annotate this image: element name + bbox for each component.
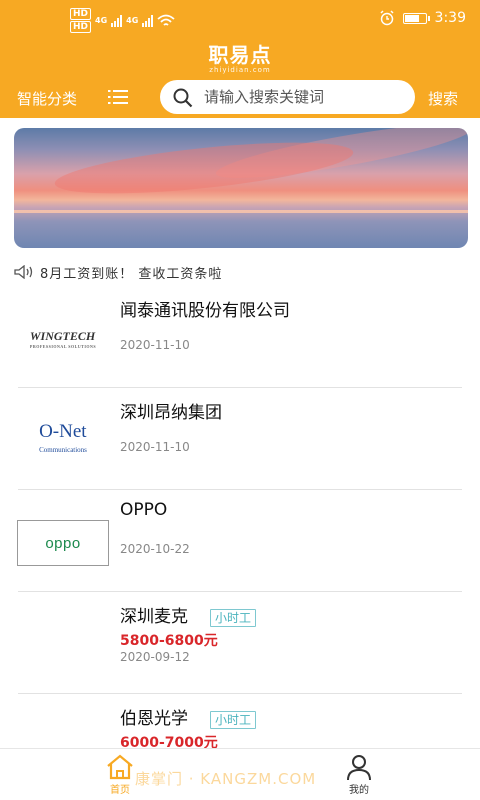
user-icon [347,755,371,781]
tab-profile[interactable]: 我的 [329,753,389,796]
salary-range: 5800-6800元 [120,633,218,649]
company-logo: O-Net Communications [16,418,110,464]
tab-label: 首页 [110,785,130,796]
notice-bar[interactable]: 8月工资到账！ 查收工资条啦 [14,262,222,282]
status-bar: HD HD 4G 4G 3:39 [0,0,480,38]
logo-subtext: zhiyidian.com [209,66,271,74]
logo-wordmark: oppo [45,534,81,552]
category-button[interactable]: 智能分类 [17,88,77,109]
alarm-icon [380,10,394,26]
banner-cloud [52,132,356,204]
search-icon [173,88,193,108]
wifi-icon [157,14,175,26]
logo-wordmark: WINGTECH [29,329,96,343]
post-date: 2020-10-22 [120,542,190,556]
search-bar[interactable] [160,80,415,114]
company-name: 闻泰通讯股份有限公司 [120,301,290,321]
network-type: 4G [95,16,108,25]
post-date: 2020-11-10 [120,338,190,352]
logo-tagline: Communications [39,446,87,454]
post-date: 2020-09-12 [120,650,190,664]
speaker-icon [14,265,33,279]
hd-badge: HD [70,8,92,20]
notice-text: 8月工资到账！ 查收工资条啦 [40,266,223,282]
signal-icon [111,14,123,27]
home-icon [107,754,133,780]
search-button[interactable]: 搜索 [428,88,458,109]
logo-wordmark: O-Net [39,421,87,442]
logo-tagline: PROFESSIONAL SOLUTIONS [29,344,97,349]
battery-icon [402,12,430,24]
list-item[interactable]: O-Net Communications 深圳昂纳集团 2020-11-10 [0,388,480,490]
tab-label: 我的 [349,785,369,796]
job-type-badge: 小时工 [210,711,257,729]
promo-banner[interactable] [14,128,468,248]
list-item[interactable]: 深圳麦克 小时工 5800-6800元 2020-09-12 [0,592,480,694]
network-indicators: HD HD 4G 4G [70,8,175,33]
company-name: OPPO [120,500,168,520]
company-name: 深圳昂纳集团 [120,403,222,423]
clock: 3:39 [434,10,466,26]
hd-badge: HD [70,21,92,33]
signal-icon [142,14,154,27]
list-item[interactable]: WINGTECH PROFESSIONAL SOLUTIONS 闻泰通讯股份有限公… [0,286,480,388]
app-header: 职易点 zhiyidian.com 智能分类 搜索 [0,38,480,118]
app-logo: 职易点 zhiyidian.com [0,44,480,75]
job-type-badge: 小时工 [210,609,257,627]
job-list: WINGTECH PROFESSIONAL SOLUTIONS 闻泰通讯股份有限公… [0,286,480,796]
list-item[interactable]: oppo OPPO 2020-10-22 [0,490,480,592]
company-logo: WINGTECH PROFESSIONAL SOLUTIONS [16,316,110,362]
logo-text: 职易点 [208,43,272,67]
list-menu-icon[interactable] [108,90,128,104]
company-logo: oppo [16,520,110,566]
status-right: 3:39 [379,10,466,26]
post-date: 2020-11-10 [120,440,190,454]
company-name: 伯恩光学 [120,709,188,729]
banner-horizon [14,210,468,213]
watermark: 康掌门 · KANGZM.COM [135,770,317,788]
network-type: 4G [126,16,139,25]
search-input[interactable] [204,86,404,108]
company-name: 深圳麦克 [120,607,188,627]
